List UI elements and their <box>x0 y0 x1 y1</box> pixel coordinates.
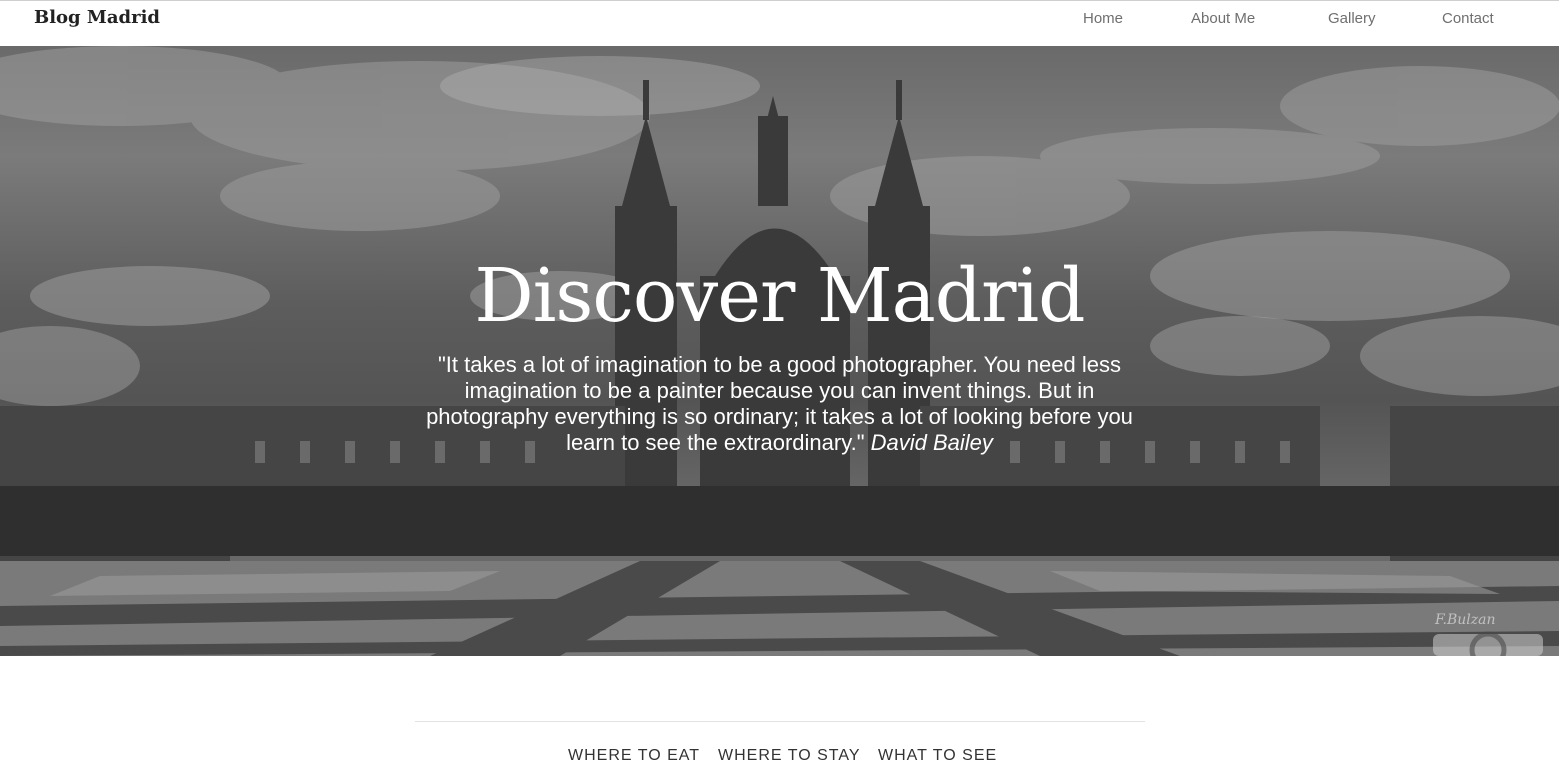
quote-author: David Bailey <box>870 430 993 455</box>
top-navbar: Blog Madrid Home About Me Gallery Contac… <box>0 0 1559 46</box>
hero-quote: "It takes a lot of imagination to be a g… <box>420 352 1139 456</box>
category-what-to-see-link[interactable]: WHAT TO SEE <box>878 747 997 765</box>
hero-content: Discover Madrid "It takes a lot of imagi… <box>0 46 1559 656</box>
hero-title: Discover Madrid <box>474 253 1085 339</box>
nav-home-link[interactable]: Home <box>1083 10 1123 27</box>
hero-banner: Discover Madrid "It takes a lot of imagi… <box>0 46 1559 656</box>
watermark-text: F.Bulzan <box>1434 612 1496 628</box>
quote-text: "It takes a lot of imagination to be a g… <box>426 352 1133 455</box>
category-where-to-eat-link[interactable]: WHERE TO EAT <box>568 747 700 765</box>
nav-contact-link[interactable]: Contact <box>1442 10 1494 27</box>
nav-about-me-link[interactable]: About Me <box>1191 10 1255 27</box>
nav-gallery-link[interactable]: Gallery <box>1328 10 1376 27</box>
category-where-to-stay-link[interactable]: WHERE TO STAY <box>718 747 861 765</box>
section-divider <box>415 721 1145 722</box>
brand-logo-link[interactable]: Blog Madrid <box>34 7 160 28</box>
category-nav: WHERE TO EAT WHERE TO STAY WHAT TO SEE <box>0 747 1559 769</box>
photographer-watermark: F.Bulzan <box>1433 612 1543 656</box>
